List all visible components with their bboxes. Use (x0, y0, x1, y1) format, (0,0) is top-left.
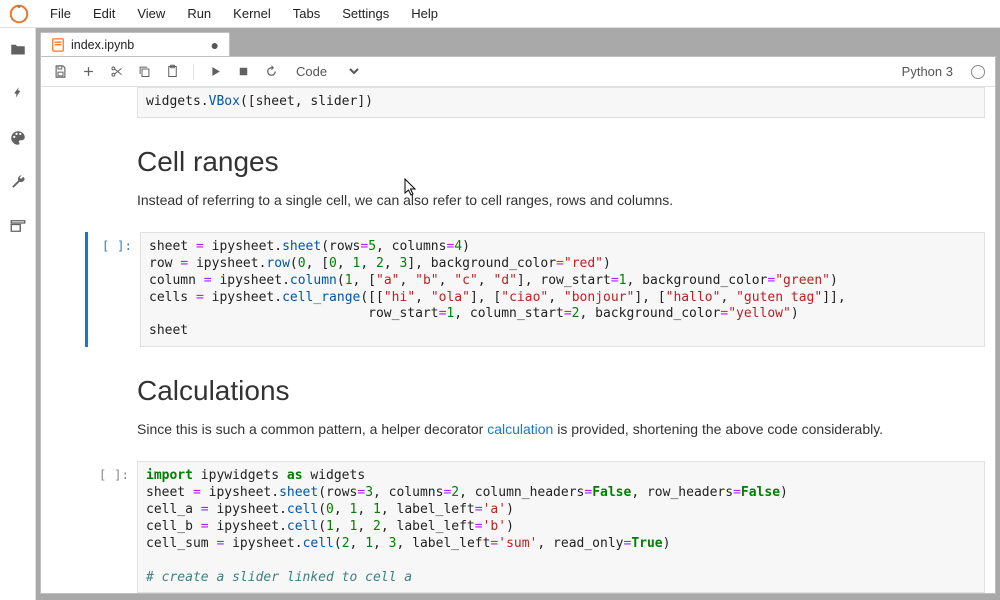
tab-index-ipynb[interactable]: index.ipynb ● (40, 32, 230, 56)
tab-bar: index.ipynb ● (36, 28, 1000, 56)
heading-cell-ranges: Cell ranges (137, 146, 985, 178)
markdown-cell[interactable]: Calculations Since this is such a common… (85, 357, 985, 451)
run-icon[interactable] (206, 63, 224, 81)
menu-kernel[interactable]: Kernel (223, 2, 281, 25)
menu-help[interactable]: Help (401, 2, 448, 25)
wrench-icon[interactable] (8, 172, 28, 192)
menu-bar: File Edit View Run Kernel Tabs Settings … (0, 0, 1000, 28)
notebook-toolbar: Code Python 3 (41, 57, 995, 87)
stop-icon[interactable] (234, 63, 252, 81)
paragraph: Since this is such a common pattern, a h… (137, 421, 985, 437)
code-editor[interactable]: import ipywidgets as widgets sheet = ipy… (137, 461, 985, 593)
main-area: index.ipynb ● Cod (36, 28, 1000, 600)
tab-dirty-icon: ● (211, 37, 219, 53)
paragraph: Instead of referring to a single cell, w… (137, 192, 985, 208)
menu-file[interactable]: File (40, 2, 81, 25)
menu-run[interactable]: Run (177, 2, 221, 25)
menu-tabs[interactable]: Tabs (283, 2, 330, 25)
folder-icon[interactable] (8, 40, 28, 60)
save-icon[interactable] (51, 63, 69, 81)
cut-icon[interactable] (107, 63, 125, 81)
tab-title: index.ipynb (71, 38, 134, 52)
jupyter-logo (8, 3, 30, 25)
notebook-icon (51, 38, 65, 52)
code-cell[interactable]: widgets.VBox([sheet, slider]) (85, 87, 985, 118)
restart-icon[interactable] (262, 63, 280, 81)
calculation-link[interactable]: calculation (487, 421, 553, 437)
menu-settings[interactable]: Settings (332, 2, 399, 25)
markdown-cell[interactable]: Cell ranges Instead of referring to a si… (85, 128, 985, 222)
kernel-name[interactable]: Python 3 (902, 64, 953, 79)
code-cell[interactable]: [ ]: import ipywidgets as widgets sheet … (85, 461, 985, 593)
cell-prompt (85, 87, 137, 118)
running-icon[interactable] (8, 84, 28, 104)
add-icon[interactable] (79, 63, 97, 81)
cell-prompt: [ ]: (88, 232, 140, 347)
notebook-content[interactable]: widgets.VBox([sheet, slider]) Cell range… (41, 87, 995, 593)
menu-view[interactable]: View (127, 2, 175, 25)
heading-calculations: Calculations (137, 375, 985, 407)
menu-edit[interactable]: Edit (83, 2, 125, 25)
copy-icon[interactable] (135, 63, 153, 81)
code-editor[interactable]: sheet = ipysheet.sheet(rows=5, columns=4… (140, 232, 985, 347)
code-cell[interactable]: [ ]: sheet = ipysheet.sheet(rows=5, colu… (85, 232, 985, 347)
activity-bar (0, 28, 36, 600)
cell-prompt: [ ]: (85, 461, 137, 593)
paste-icon[interactable] (163, 63, 181, 81)
palette-icon[interactable] (8, 128, 28, 148)
kernel-indicator-icon[interactable] (971, 65, 985, 79)
tabs-icon[interactable] (8, 216, 28, 236)
celltype-select[interactable]: Code (290, 61, 362, 82)
code-editor[interactable]: widgets.VBox([sheet, slider]) (137, 87, 985, 118)
